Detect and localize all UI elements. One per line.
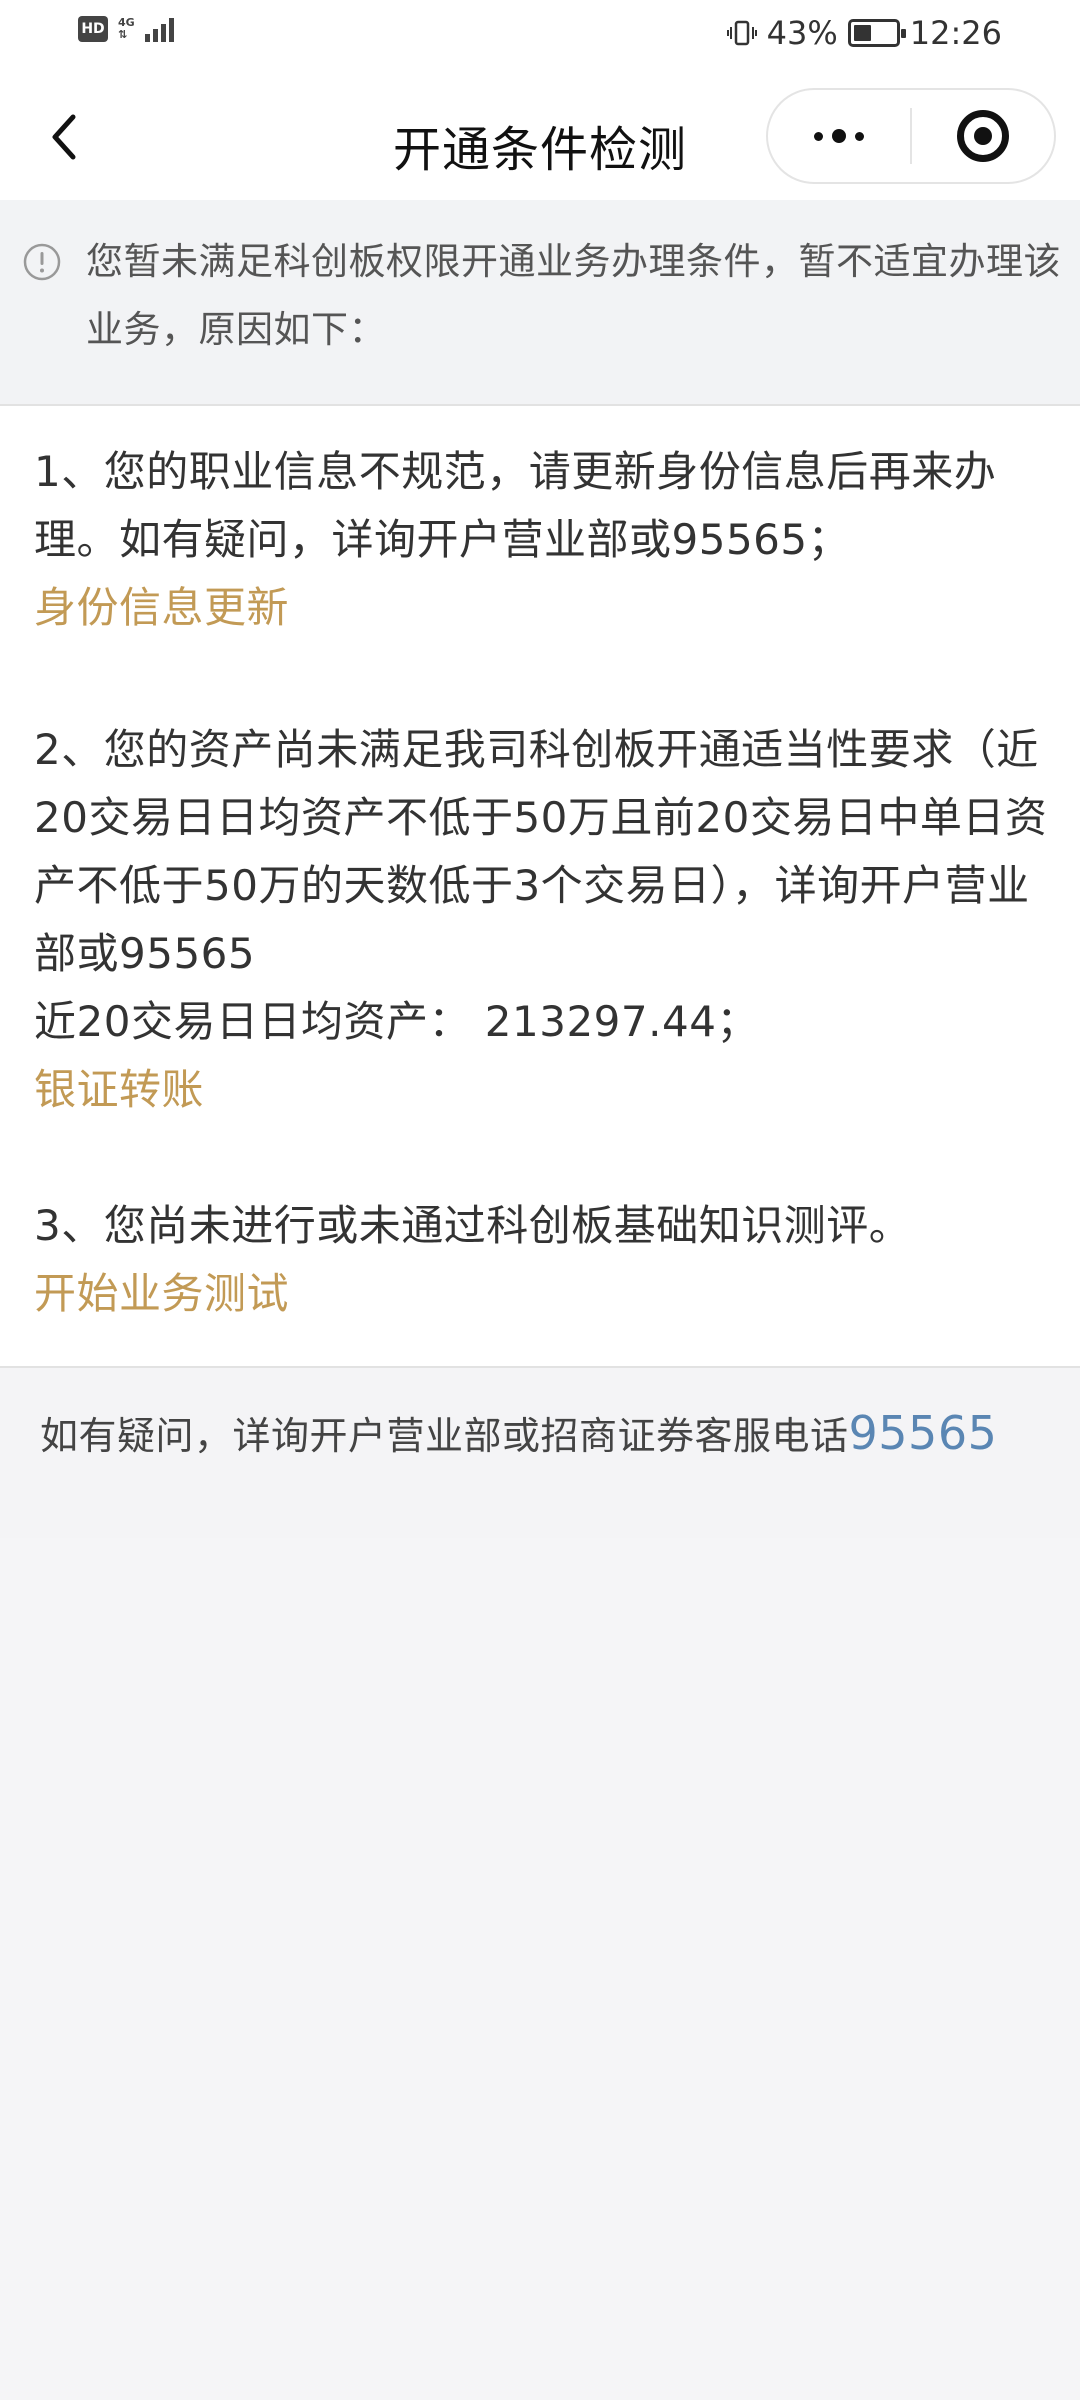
reason-item-1: 1、您的职业信息不规范，请更新身份信息后再来办理。如有疑问，详询开户营业部或95… xyxy=(34,438,1054,642)
status-left: HD 4G ⇅ xyxy=(78,16,174,42)
exclamation-circle-icon xyxy=(23,243,61,281)
vibrate-icon xyxy=(726,20,757,46)
nav-bar: 开通条件检测 xyxy=(0,72,1080,200)
update-identity-link[interactable]: 身份信息更新 xyxy=(34,574,1054,642)
hotline-phone-link[interactable]: 95565 xyxy=(849,1406,998,1460)
footer-help-text: 如有疑问，详询开户营业部或招商证券客服电话 xyxy=(40,1414,849,1458)
target-icon-center xyxy=(974,127,992,145)
battery-icon xyxy=(847,19,906,47)
network-type: 4G ⇅ xyxy=(118,17,135,41)
reason-3-text: 3、您尚未进行或未通过科创板基础知识测评。 xyxy=(34,1201,912,1250)
average-assets-line: 近20交易日日均资产： 213297.44； xyxy=(34,997,759,1046)
clock: 12:26 xyxy=(909,14,1002,52)
more-dots-icon xyxy=(814,131,823,141)
status-right: 43% 12:26 xyxy=(726,14,1002,52)
mini-program-capsule xyxy=(766,88,1056,184)
page: HD 4G ⇅ 43% 12:26 开通条件检测 您暂未满足科创板权限开通业务办… xyxy=(0,0,1080,2400)
bank-transfer-link[interactable]: 银证转账 xyxy=(34,1056,1054,1124)
reason-item-3: 3、您尚未进行或未通过科创板基础知识测评。 开始业务测试 xyxy=(34,1192,1054,1328)
more-dot-right xyxy=(855,131,864,141)
hd-badge: HD xyxy=(78,16,108,42)
data-arrows-icon: ⇅ xyxy=(118,28,128,41)
signal-icon xyxy=(144,16,174,42)
reason-item-2: 2、您的资产尚未满足我司科创板开通适当性要求（近20交易日日均资产不低于50万且… xyxy=(34,716,1054,1124)
reason-1-text: 1、您的职业信息不规范，请更新身份信息后再来办理。如有疑问，详询开户营业部或95… xyxy=(34,447,997,564)
footer: 如有疑问，详询开户营业部或招商证券客服电话95565 xyxy=(0,1368,1080,1538)
battery-percent: 43% xyxy=(766,14,838,52)
footer-text: 如有疑问，详询开户营业部或招商证券客服电话95565 xyxy=(40,1400,997,1469)
notice-text: 您暂未满足科创板权限开通业务办理条件，暂不适宜办理该业务，原因如下： xyxy=(86,240,1061,351)
more-dot-center xyxy=(832,129,846,143)
target-icon xyxy=(957,110,1009,162)
close-button[interactable] xyxy=(912,90,1054,182)
reasons-card: 1、您的职业信息不规范，请更新身份信息后再来办理。如有疑问，详询开户营业部或95… xyxy=(0,406,1080,1368)
battery-fill xyxy=(853,25,871,41)
start-test-link[interactable]: 开始业务测试 xyxy=(34,1260,1054,1328)
notice-banner: 您暂未满足科创板权限开通业务办理条件，暂不适宜办理该业务，原因如下： xyxy=(0,200,1080,406)
reason-2-text: 2、您的资产尚未满足我司科创板开通适当性要求（近20交易日日均资产不低于50万且… xyxy=(34,725,1048,978)
more-button[interactable] xyxy=(768,90,910,182)
status-bar: HD 4G ⇅ 43% 12:26 xyxy=(0,0,1080,72)
